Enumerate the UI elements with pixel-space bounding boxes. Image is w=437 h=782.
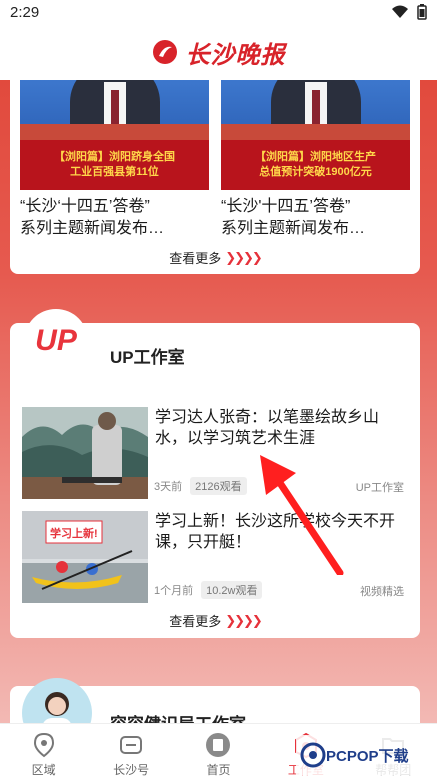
status-bar: 2:29	[0, 0, 437, 24]
changsha-hao-icon	[120, 736, 143, 754]
video-item[interactable]: 学习达人张奇：以笔墨绘故乡山水，以学习筑艺术生涯 3天前 2126观看 UP工作…	[22, 407, 404, 499]
video-thumbnail: 学习上新!	[22, 511, 148, 603]
views-badge: 10.2w观看	[201, 581, 263, 599]
app-title: 长沙晚报	[185, 39, 286, 69]
video-source: 视频精选	[360, 586, 404, 598]
news-title: “长沙'十四五’答卷” 系列主题新闻发布…	[221, 198, 366, 237]
video-title: 学习达人张奇：以笔墨绘故乡山水，以学习筑艺术生涯	[155, 409, 380, 447]
video-thumbnail	[22, 407, 148, 499]
section-title: UP工作室	[110, 348, 185, 367]
tab-home[interactable]: 首页	[178, 732, 258, 778]
studio-avatar	[22, 678, 92, 723]
news-thumbnail: 【浏阳篇】浏阳跻身全国 工业百强县第11位	[20, 80, 209, 190]
news-thumbnail: 【浏阳篇】浏阳地区生产 总值预计突破1900亿元	[221, 80, 410, 190]
section-title: 容容健识局工作室	[110, 710, 246, 723]
video-meta: 3天前 2126观看	[154, 477, 247, 495]
news-item[interactable]: 【浏阳篇】浏阳地区生产 总值预计突破1900亿元 “长沙'十四五’答卷” 系列主…	[221, 80, 410, 240]
news-more-link[interactable]: 查看更多 ❯❯❯❯	[10, 248, 420, 267]
watermark: PCPOP下载	[296, 735, 413, 775]
video-meta: 1个月前 10.2w观看	[154, 581, 263, 599]
news-grid: 【浏阳篇】浏阳跻身全国 工业百强县第11位 “长沙‘十四五’答卷” 系列主题新闻…	[20, 80, 410, 240]
app-header: 长沙晚报	[0, 24, 437, 80]
location-pin-icon	[33, 732, 54, 758]
status-icons	[391, 4, 427, 20]
chevrons-right-icon: ❯❯❯❯	[225, 249, 263, 265]
up-studio-card: UP UP工作室 学习达人张奇：以笔墨绘故乡山水，以学习筑艺术生涯 3天前 21…	[10, 309, 420, 638]
wifi-icon	[392, 5, 408, 18]
home-book-icon	[206, 733, 231, 757]
news-title: “长沙‘十四五’答卷” 系列主题新闻发布…	[20, 198, 165, 237]
studio-feed[interactable]: 【浏阳篇】浏阳跻身全国 工业百强县第11位 “长沙‘十四五’答卷” 系列主题新闻…	[0, 80, 437, 723]
video-title: 学习上新！长沙这所学校今天不开课，只开艇！	[155, 513, 396, 551]
tab-region[interactable]: 区域	[4, 732, 84, 778]
news-card: 【浏阳篇】浏阳跻身全国 工业百强县第11位 “长沙‘十四五’答卷” 系列主题新闻…	[10, 80, 420, 274]
next-studio-card[interactable]: 容容健识局工作室	[10, 678, 420, 723]
video-item[interactable]: 学习上新! 学习上新！长沙这所学校今天不开课，只开艇！ 1个月前 10.2w观看…	[22, 511, 404, 603]
news-caption: 【浏阳篇】浏阳跻身全国 工业百强县第11位	[20, 140, 209, 190]
news-caption: 【浏阳篇】浏阳地区生产 总值预计突破1900亿元	[221, 140, 410, 190]
video-source: UP工作室	[355, 482, 404, 494]
news-item[interactable]: 【浏阳篇】浏阳跻身全国 工业百强县第11位 “长沙‘十四五’答卷” 系列主题新闻…	[20, 80, 209, 240]
pcpop-logo-icon	[300, 742, 326, 768]
battery-icon	[417, 4, 427, 20]
tab-changsha-hao[interactable]: 长沙号	[91, 732, 171, 778]
up-more-link[interactable]: 查看更多 ❯❯❯❯	[10, 611, 420, 630]
chevrons-right-icon: ❯❯❯❯	[225, 612, 263, 628]
thumbnail-sign-text: 学习上新!	[50, 528, 98, 540]
up-logo: UP	[24, 309, 88, 373]
status-time: 2:29	[10, 3, 40, 21]
newspaper-logo-icon	[152, 40, 177, 64]
views-badge: 2126观看	[190, 477, 247, 495]
